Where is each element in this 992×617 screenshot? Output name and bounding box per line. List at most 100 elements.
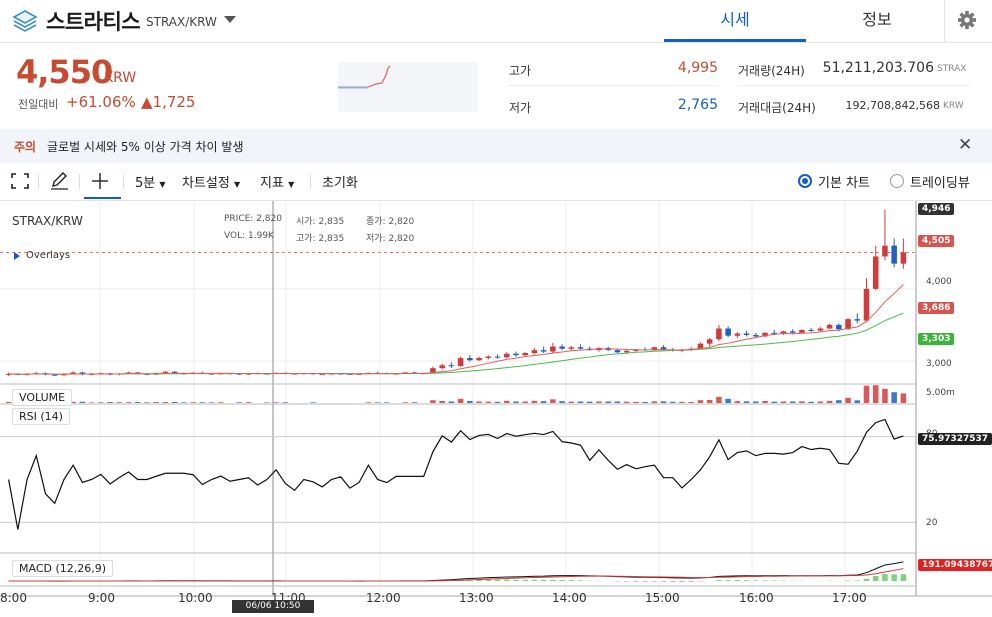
volume-bar <box>485 401 492 403</box>
volume-bar <box>79 401 86 403</box>
volume-bar <box>439 401 445 403</box>
rsi-value-tag: 75.97327537 <box>918 433 992 445</box>
chart-frame <box>0 201 992 597</box>
last-price-tag: 4,505 <box>918 235 955 247</box>
fullscreen-icon[interactable] <box>11 173 29 189</box>
volume-bar <box>679 401 685 403</box>
candle-body <box>513 353 519 356</box>
basic-chart-label[interactable]: 기본 차트 <box>818 172 870 191</box>
chart-grid <box>0 201 916 596</box>
volume-bar <box>697 400 704 403</box>
volume-bar <box>208 402 215 403</box>
candle-body <box>550 346 556 352</box>
mini-price-chart <box>338 62 478 112</box>
candle-body <box>716 328 722 340</box>
macd-histogram-bar <box>688 581 694 582</box>
macd-histogram-bar <box>568 580 575 581</box>
pencil-icon[interactable] <box>50 172 70 190</box>
volume-bar <box>125 402 132 403</box>
volume-bars <box>5 385 907 403</box>
volume-bar <box>762 401 768 403</box>
ma-green-tag: 3,303 <box>918 333 955 345</box>
interval-select[interactable]: 5분 ▼ <box>135 172 166 191</box>
volume-bar <box>780 401 787 403</box>
macd-histogram-bar <box>734 580 741 581</box>
volume-bar <box>411 402 418 403</box>
interval-label: 5분 <box>135 176 156 191</box>
candle-body <box>817 328 824 331</box>
close-icon[interactable]: ✕ <box>958 136 972 154</box>
price-chart[interactable] <box>0 201 992 617</box>
volume-bar <box>162 402 169 403</box>
macd-histogram-bar <box>494 579 501 581</box>
tradingview-label[interactable]: 트레이딩뷰 <box>910 172 970 191</box>
ohlc-high: 고가: 2,835 <box>296 234 345 244</box>
volume-bar <box>181 402 187 403</box>
volume-bar <box>872 385 879 403</box>
volume-bar <box>660 401 667 403</box>
volume-bar <box>651 401 658 403</box>
chevron-down-icon: ▼ <box>288 180 295 189</box>
high-value: 4,995 <box>677 60 718 76</box>
macd-histogram-bar <box>660 581 667 582</box>
candle-body <box>900 252 907 264</box>
volume-bar <box>430 400 436 403</box>
overlays-toggle[interactable]: Overlays <box>14 250 70 261</box>
volume-bar <box>799 401 805 403</box>
x-tick: 16:00 <box>739 591 774 605</box>
rsi-tick: 20 <box>926 518 938 528</box>
candle-body <box>743 333 750 335</box>
chevron-down-icon: ▼ <box>159 180 166 189</box>
indicators-select[interactable]: 지표 ▼ <box>260 172 294 191</box>
volume-bar <box>586 401 593 403</box>
tab-info[interactable]: 정보 <box>806 0 948 42</box>
ohlc-price: PRICE: 2,820 <box>224 214 282 224</box>
basic-chart-radio[interactable] <box>798 174 812 188</box>
toolbar-divider <box>310 174 311 189</box>
chart-symbol: STRAX/KRW <box>12 214 83 228</box>
macd-histogram-bar <box>513 579 519 581</box>
candle-body <box>494 356 501 358</box>
macd-histogram-bar <box>503 579 510 581</box>
volume-bar <box>743 401 750 403</box>
volume-bar <box>771 401 778 403</box>
toolbar-divider <box>38 174 39 189</box>
macd-histogram-bar <box>670 581 676 582</box>
volume-bar <box>817 401 824 403</box>
macd-histogram-bar <box>485 579 492 581</box>
ma-green-line <box>8 312 904 375</box>
volume-bar <box>605 401 611 403</box>
volume-bar <box>513 401 519 403</box>
amount-unit: KRW <box>943 101 964 111</box>
crosshair-icon[interactable] <box>91 172 109 190</box>
volume-tick: 5.00m <box>926 388 955 398</box>
tradingview-radio[interactable] <box>890 174 904 188</box>
settings-button[interactable] <box>944 0 992 42</box>
macd-histogram-bar <box>863 578 870 581</box>
volume-bar <box>522 401 528 403</box>
low-label: 저가 <box>509 101 532 115</box>
candle-body <box>439 365 445 369</box>
reset-button[interactable]: 초기화 <box>322 172 358 191</box>
x-tick: 9:00 <box>88 591 115 605</box>
x-tick: 8:00 <box>0 591 27 605</box>
toolbar-divider <box>79 174 80 189</box>
amount-label: 거래대금(24H) <box>738 101 816 115</box>
candle-body <box>826 324 833 329</box>
volume-bar <box>98 402 104 403</box>
macd-histogram-bar <box>753 580 759 581</box>
chevron-down-icon[interactable] <box>224 16 236 23</box>
volume-bar <box>116 402 123 403</box>
volume-bar <box>725 398 731 403</box>
macd-histogram-bar <box>854 580 861 581</box>
tab-price[interactable]: 시세 <box>664 0 806 42</box>
volume-bar <box>836 400 842 403</box>
macd-histogram-bar <box>900 574 907 581</box>
macd-histogram-bar <box>725 580 731 581</box>
x-tick: 15:00 <box>645 591 680 605</box>
volume-bar <box>863 385 870 403</box>
candle-body <box>882 245 888 257</box>
volume-bar <box>845 397 851 403</box>
chart-settings-select[interactable]: 차트설정 ▼ <box>182 172 240 191</box>
volume-bar <box>153 402 159 403</box>
